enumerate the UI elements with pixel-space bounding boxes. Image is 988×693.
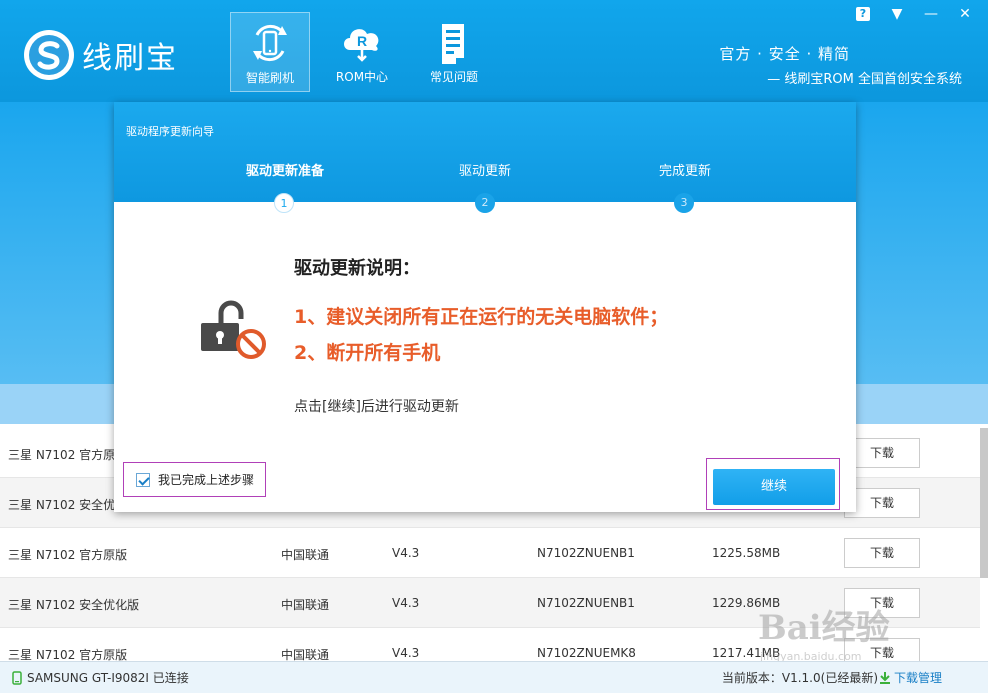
device-status-text: SAMSUNG GT-I9082I 已连接	[27, 671, 189, 685]
nav-smart-flash[interactable]: 智能刷机	[230, 12, 310, 92]
watermark-logo: Bai经验	[758, 608, 890, 648]
unlocked-forbidden-icon	[201, 300, 266, 359]
menu-icon: ▼	[891, 6, 903, 22]
step-label-prepare: 驱动更新准备	[245, 164, 324, 179]
close-icon: ✕	[959, 6, 971, 22]
instruction-title: 驱动更新说明：	[294, 258, 420, 279]
rom-operator: 中国联通	[281, 598, 330, 612]
table-row: 三星 N7102 官方原版 中国联通 V4.3 N7102ZNUENB1 122…	[0, 528, 980, 578]
phone-refresh-icon	[253, 24, 287, 62]
phone-icon	[12, 670, 22, 685]
version-text: 当前版本：V1.1.0(已经最新)	[721, 671, 878, 685]
help-icon: ?	[856, 7, 870, 21]
instruction-2: 2、断开所有手机	[294, 342, 441, 364]
app-header: 线刷宝 智能刷机 R ROM中心 常见问题 ? ▼ — ✕ 官方 · 安全 · …	[0, 0, 988, 102]
svg-text:R: R	[357, 33, 367, 49]
continue-highlight: 继续	[706, 458, 840, 510]
rom-name: 三星 N7102 官方原版	[8, 548, 128, 562]
step-indicator-1: 1	[274, 193, 294, 213]
logo-s-icon	[24, 30, 74, 80]
download-arrow-icon	[879, 671, 890, 684]
nav-label-faq: 常见问题	[429, 70, 478, 84]
download-manager-link[interactable]: 下载管理	[879, 669, 942, 686]
status-bar: SAMSUNG GT-I9082I 已连接 当前版本：V1.1.0(已经最新) …	[0, 661, 988, 693]
document-icon	[442, 24, 464, 64]
continue-button[interactable]: 继续	[713, 469, 835, 505]
nav-rom-center[interactable]: R ROM中心	[322, 12, 402, 92]
help-button[interactable]: ?	[850, 4, 876, 24]
download-button[interactable]: 下载	[844, 538, 920, 568]
rom-size: 1225.58MB	[712, 546, 781, 560]
nav-label-rom-center: ROM中心	[335, 70, 389, 84]
minimize-button[interactable]: —	[918, 4, 944, 24]
device-status: SAMSUNG GT-I9082I 已连接	[12, 669, 189, 686]
dialog-title: 驱动程序更新向导	[126, 125, 214, 138]
rom-version: V4.3	[392, 646, 420, 660]
step-indicator-2: 2	[475, 193, 495, 213]
window-controls: ? ▼ — ✕	[850, 4, 978, 24]
download-manager-label: 下载管理	[893, 671, 942, 685]
menu-button[interactable]: ▼	[884, 4, 910, 24]
step-label-update: 驱动更新	[458, 164, 511, 179]
agree-checkbox-area[interactable]: 我已完成上述步骤	[123, 462, 266, 497]
minimize-icon: —	[924, 6, 938, 22]
continue-hint: 点击[继续]后进行驱动更新	[294, 399, 459, 415]
rom-build: N7102ZNUENB1	[537, 596, 635, 610]
nav-label-smart-flash: 智能刷机	[245, 71, 294, 85]
agree-label: 我已完成上述步骤	[158, 473, 255, 487]
instruction-1: 1、建议关闭所有正在运行的无关电脑软件；	[294, 306, 669, 328]
rom-operator: 中国联通	[281, 548, 330, 562]
rom-name: 三星 N7102 安全优化版	[8, 598, 140, 612]
slogan-sub: — 线刷宝ROM 全国首创安全系统	[767, 72, 962, 87]
rom-build: N7102ZNUENB1	[537, 546, 635, 560]
cloud-r-icon: R	[344, 29, 379, 62]
logo-text: 线刷宝	[82, 41, 178, 76]
dialog-header: 驱动程序更新向导 驱动更新准备 驱动更新 完成更新 1 2 3	[114, 102, 856, 213]
nav-faq[interactable]: 常见问题	[414, 12, 494, 92]
rom-version: V4.3	[392, 596, 420, 610]
close-button[interactable]: ✕	[952, 4, 978, 24]
rom-build: N7102ZNUEMK8	[537, 646, 636, 660]
rom-name: 三星 N7102 官方原	[8, 448, 116, 462]
app-logo: 线刷宝	[22, 28, 178, 82]
step-indicator-3: 3	[674, 193, 694, 213]
table-scrollbar[interactable]	[980, 428, 988, 578]
slogan-main: 官方 · 安全 · 精简	[719, 45, 850, 63]
rom-name: 三星 N7102 安全优	[8, 498, 116, 512]
driver-update-dialog: 驱动程序更新向导 驱动更新准备 驱动更新 完成更新 1 2 3 驱动更新说明： …	[114, 102, 856, 512]
agree-checkbox[interactable]	[136, 472, 150, 487]
step-label-complete: 完成更新	[658, 164, 711, 179]
rom-version: V4.3	[392, 546, 420, 560]
